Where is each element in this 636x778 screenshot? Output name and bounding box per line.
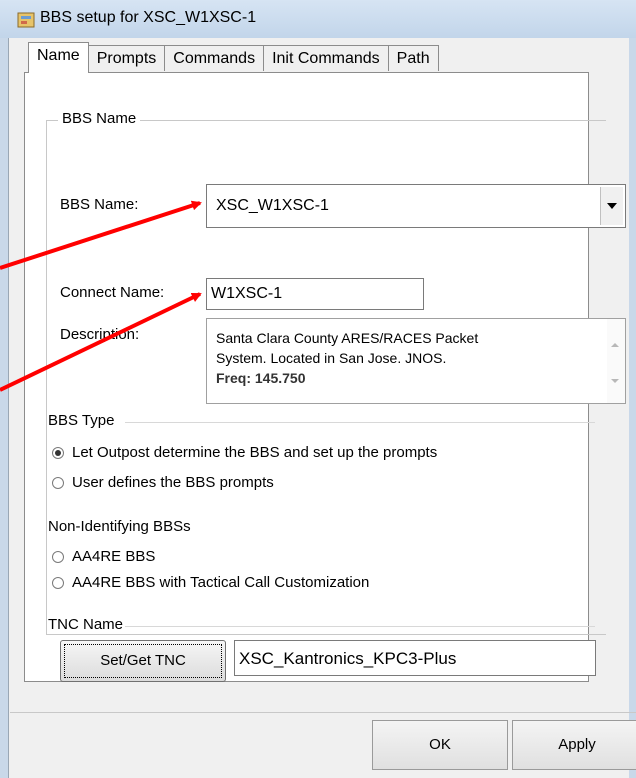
radio-button[interactable] xyxy=(52,476,64,489)
radio-user-defines[interactable]: User defines the BBS prompts xyxy=(52,474,274,491)
description-scrollbar[interactable] xyxy=(607,319,625,403)
description-line-2: System. Located in San Jose. JNOS. xyxy=(216,350,447,366)
radio-button[interactable] xyxy=(52,550,64,563)
radio-aa4re-tactical-label: AA4RE BBS with Tactical Call Customizati… xyxy=(72,574,370,591)
dropdown-button[interactable] xyxy=(600,187,623,225)
radio-button[interactable] xyxy=(52,576,64,589)
groupbox-title: BBS Name xyxy=(58,110,141,127)
tnc-name-label: TNC Name xyxy=(48,616,124,633)
connect-name-label: Connect Name: xyxy=(60,284,165,301)
description-text: Santa Clara County ARES/RACES Packet Sys… xyxy=(216,328,596,388)
radio-button-checked[interactable] xyxy=(52,446,64,459)
tab-name[interactable]: Name xyxy=(28,42,89,73)
dialog-window: BBS setup for XSC_W1XSC-1 Name Prompts C… xyxy=(0,0,636,778)
set-get-tnc-label: Set/Get TNC xyxy=(100,652,186,669)
tab-prompts[interactable]: Prompts xyxy=(87,45,166,71)
bbs-name-label: BBS Name: xyxy=(60,196,139,213)
radio-user-defines-label: User defines the BBS prompts xyxy=(72,474,274,491)
connect-name-field[interactable]: W1XSC-1 xyxy=(206,278,424,310)
app-icon xyxy=(17,12,35,28)
bbs-name-combobox[interactable]: XSC_W1XSC-1 xyxy=(206,184,626,228)
bbs-type-label: BBS Type xyxy=(48,412,115,429)
tnc-name-field[interactable]: XSC_Kantronics_KPC3-Plus xyxy=(234,640,596,676)
tnc-name-value: XSC_Kantronics_KPC3-Plus xyxy=(239,649,457,668)
tab-init-commands[interactable]: Init Commands xyxy=(263,45,389,71)
apply-button[interactable]: Apply xyxy=(512,720,636,770)
tab-path[interactable]: Path xyxy=(387,45,439,71)
non-identifying-label: Non-Identifying BBSs xyxy=(48,518,191,535)
radio-aa4re[interactable]: AA4RE BBS xyxy=(52,548,155,565)
bbs-name-value: XSC_W1XSC-1 xyxy=(216,197,329,214)
scroll-up-icon[interactable] xyxy=(611,343,619,347)
tnc-separator xyxy=(125,626,595,627)
radio-aa4re-label: AA4RE BBS xyxy=(72,548,156,565)
description-label: Description: xyxy=(60,326,140,343)
tab-commands[interactable]: Commands xyxy=(164,45,265,71)
radio-let-outpost-label: Let Outpost determine the BBS and set up… xyxy=(72,444,438,461)
radio-let-outpost[interactable]: Let Outpost determine the BBS and set up… xyxy=(52,444,437,461)
footer-separator xyxy=(10,712,636,713)
window-title: BBS setup for XSC_W1XSC-1 xyxy=(40,9,257,26)
scroll-down-icon[interactable] xyxy=(611,379,619,383)
radio-aa4re-tactical[interactable]: AA4RE BBS with Tactical Call Customizati… xyxy=(52,574,369,591)
tab-strip: Name Prompts Commands Init Commands Path xyxy=(28,42,439,73)
chevron-down-icon xyxy=(607,203,617,209)
description-line-1: Santa Clara County ARES/RACES Packet xyxy=(216,330,479,346)
description-line-3: Freq: 145.750 xyxy=(216,370,306,386)
connect-name-value: W1XSC-1 xyxy=(211,285,283,302)
set-get-tnc-button[interactable]: Set/Get TNC xyxy=(60,640,226,682)
bbs-type-separator xyxy=(125,422,595,423)
title-bar[interactable]: BBS setup for XSC_W1XSC-1 xyxy=(0,0,636,38)
ok-button[interactable]: OK xyxy=(372,720,508,770)
description-textarea[interactable]: Santa Clara County ARES/RACES Packet Sys… xyxy=(206,318,626,404)
